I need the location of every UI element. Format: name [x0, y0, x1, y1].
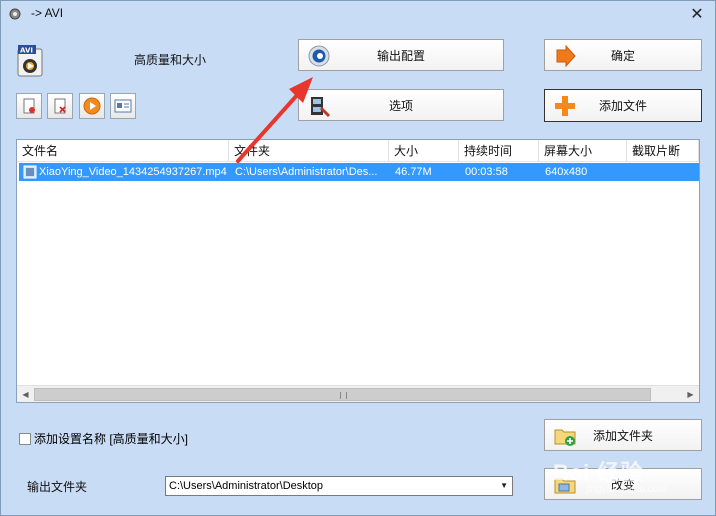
title-bar: -> AVI ✕ — [1, 1, 715, 27]
cell-filename: XiaoYing_Video_1434254937267.mp4 — [39, 166, 227, 178]
cell-screen-size: 640x480 — [545, 166, 588, 178]
cell-size: 46.77M — [395, 166, 432, 178]
film-tools-icon — [311, 97, 331, 118]
config-globe-icon — [308, 45, 330, 67]
ok-button[interactable]: 确定 — [544, 39, 702, 71]
delete-button[interactable] — [47, 93, 73, 119]
play-button[interactable] — [79, 93, 105, 119]
new-file-button[interactable] — [16, 93, 42, 119]
chevron-down-icon[interactable]: ▼ — [500, 477, 508, 495]
quality-label: 高质量和大小 — [134, 53, 207, 67]
play-icon — [83, 97, 101, 115]
avi-format-icon: AVI — [17, 45, 43, 77]
cell-folder: C:\Users\Administrator\Des... — [235, 166, 378, 178]
add-setting-name-label: 添加设置名称 [高质量和大小] — [34, 432, 189, 446]
app-gear-icon — [9, 8, 21, 20]
baidu-watermark: Bai 经验 — [553, 460, 644, 485]
new-file-icon — [23, 98, 35, 114]
options-button[interactable]: 选项 — [298, 89, 504, 121]
output-folder-select[interactable]: C:\Users\Administrator\Desktop ▼ — [165, 476, 513, 496]
folder-add-icon — [554, 429, 576, 446]
output-folder-value: C:\Users\Administrator\Desktop — [169, 480, 324, 492]
window-title: -> AVI — [31, 6, 64, 20]
table-row[interactable]: XiaoYing_Video_1434254937267.mp4 C:\User… — [19, 163, 699, 181]
add-file-button[interactable]: 添加文件 — [544, 89, 702, 122]
file-list[interactable]: 文件名 文件夹 大小 持续时间 屏幕大小 截取片断 XiaoYing_Video… — [16, 139, 700, 403]
delete-icon — [54, 98, 66, 114]
scroll-right-icon[interactable]: ▶ — [682, 386, 699, 403]
cell-clip — [633, 163, 697, 181]
arrow-right-icon — [556, 44, 576, 68]
col-filename[interactable]: 文件名 — [17, 140, 229, 162]
add-setting-name-checkbox[interactable] — [19, 432, 31, 445]
close-button[interactable]: ✕ — [687, 4, 707, 24]
output-folder-label: 输出文件夹 — [27, 480, 88, 494]
col-folder[interactable]: 文件夹 — [229, 140, 389, 162]
svg-text:AVI: AVI — [20, 47, 33, 55]
add-setting-name-option[interactable]: 添加设置名称 [高质量和大小] — [19, 430, 188, 447]
baidu-watermark-url: jingyan.baidu.com — [586, 484, 667, 495]
scroll-thumb[interactable] — [34, 388, 651, 401]
cell-duration: 00:03:58 — [465, 166, 508, 178]
plus-icon — [555, 96, 575, 116]
output-config-button[interactable]: 输出配置 — [298, 39, 504, 71]
col-size[interactable]: 大小 — [389, 140, 459, 162]
info-card-button[interactable] — [110, 93, 136, 119]
col-clip[interactable]: 截取片断 — [627, 140, 699, 162]
add-folder-button[interactable]: 添加文件夹 — [544, 419, 702, 451]
info-card-icon — [114, 99, 132, 113]
col-duration[interactable]: 持续时间 — [459, 140, 539, 162]
video-file-icon — [23, 165, 37, 179]
col-screen-size[interactable]: 屏幕大小 — [539, 140, 627, 162]
horizontal-scrollbar[interactable]: ◀ ▶ — [17, 385, 699, 402]
main-window: -> AVI ✕ AVI 高质量和大小 输出配置 确定 选项 添加文件 文件名 … — [0, 0, 716, 516]
list-header: 文件名 文件夹 大小 持续时间 屏幕大小 截取片断 — [17, 140, 699, 162]
scroll-left-icon[interactable]: ◀ — [17, 386, 34, 403]
